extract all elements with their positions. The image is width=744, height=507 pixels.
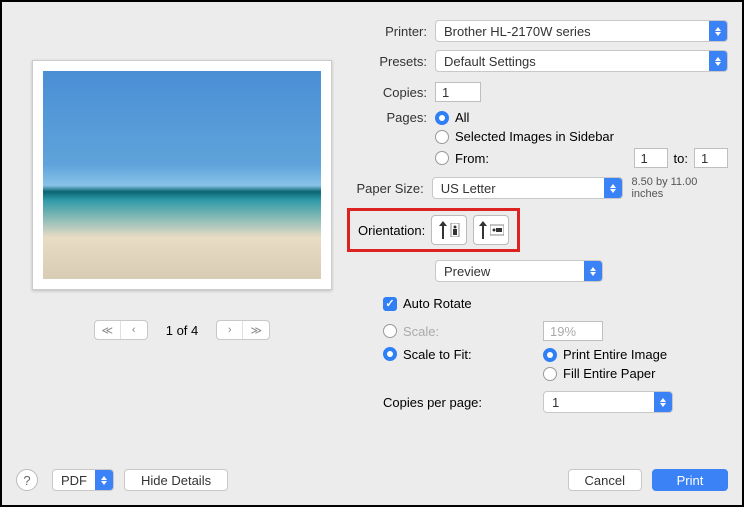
chevron-updown-icon <box>584 261 602 281</box>
fill-entire-label: Fill Entire Paper <box>563 366 655 381</box>
nav-fwd-group[interactable]: › ≫ <box>216 320 270 340</box>
printer-label: Printer: <box>347 24 427 39</box>
auto-rotate-checkbox[interactable] <box>383 297 397 311</box>
scale-input[interactable] <box>543 321 603 341</box>
print-entire-radio[interactable] <box>543 348 557 362</box>
next-page-icon: › <box>217 321 243 339</box>
prev-page-icon: ‹ <box>121 321 147 339</box>
nav-back-group[interactable]: ≪ ‹ <box>94 320 148 340</box>
chevron-updown-icon <box>709 21 727 41</box>
scale-radio[interactable] <box>383 324 397 338</box>
orientation-highlight: Orientation: <box>347 208 520 252</box>
hide-details-button[interactable]: Hide Details <box>124 469 228 491</box>
pages-selected-label: Selected Images in Sidebar <box>455 129 614 144</box>
pages-from-radio[interactable] <box>435 151 449 165</box>
print-button[interactable]: Print <box>652 469 728 491</box>
cancel-button[interactable]: Cancel <box>568 469 642 491</box>
scale-fit-label: Scale to Fit: <box>403 347 543 362</box>
copies-input[interactable] <box>435 82 481 102</box>
scale-fit-radio[interactable] <box>383 347 397 361</box>
paper-dimensions: 8.50 by 11.00 inches <box>631 176 728 200</box>
copies-per-page-select[interactable]: 1 <box>543 391 673 413</box>
arrow-up-icon <box>438 221 448 239</box>
arrow-up-icon <box>478 221 488 239</box>
pages-from-label: From: <box>455 151 634 166</box>
orientation-label: Orientation: <box>358 223 425 238</box>
section-select[interactable]: Preview <box>435 260 603 282</box>
pages-all-radio[interactable] <box>435 111 449 125</box>
chevron-updown-icon <box>709 51 727 71</box>
last-page-icon: ≫ <box>243 321 269 339</box>
auto-rotate-label: Auto Rotate <box>403 296 472 311</box>
papersize-label: Paper Size: <box>347 181 424 196</box>
copies-per-page-label: Copies per page: <box>383 395 543 410</box>
page-indicator: 1 of 4 <box>166 323 199 338</box>
presets-label: Presets: <box>347 54 427 69</box>
pages-label: Pages: <box>347 110 427 125</box>
to-label: to: <box>674 151 688 166</box>
print-preview-frame <box>32 60 332 290</box>
first-page-icon: ≪ <box>95 321 121 339</box>
presets-select[interactable]: Default Settings <box>435 50 728 72</box>
fill-entire-radio[interactable] <box>543 367 557 381</box>
from-page-input[interactable] <box>634 148 668 168</box>
printer-select[interactable]: Brother HL-2170W series <box>435 20 728 42</box>
person-portrait-icon <box>450 223 460 237</box>
print-entire-label: Print Entire Image <box>563 347 667 362</box>
pages-selected-radio[interactable] <box>435 130 449 144</box>
person-landscape-icon <box>490 224 504 236</box>
to-page-input[interactable] <box>694 148 728 168</box>
papersize-select[interactable]: US Letter <box>432 177 624 199</box>
copies-label: Copies: <box>347 85 427 100</box>
orientation-portrait-button[interactable] <box>431 215 467 245</box>
pages-all-label: All <box>455 110 469 125</box>
help-button[interactable]: ? <box>16 469 38 491</box>
orientation-landscape-button[interactable] <box>473 215 509 245</box>
preview-image <box>43 71 321 279</box>
chevron-updown-icon <box>654 392 672 412</box>
scale-label: Scale: <box>403 324 543 339</box>
chevron-updown-icon <box>604 178 622 198</box>
chevron-down-icon <box>95 470 113 490</box>
pdf-menu-button[interactable]: PDF <box>52 469 114 491</box>
